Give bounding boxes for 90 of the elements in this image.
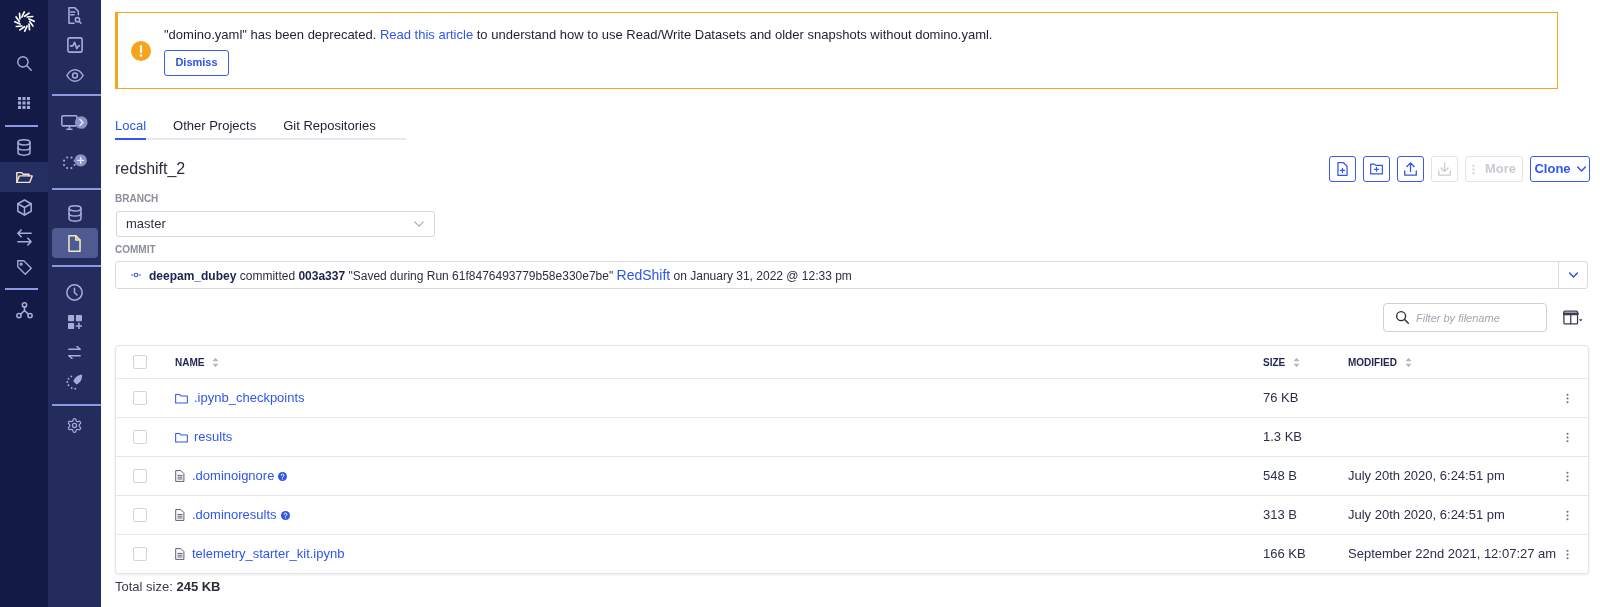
settings-icon[interactable] (67, 417, 82, 433)
database-icon[interactable] (17, 138, 31, 156)
checkbox[interactable] (133, 469, 147, 483)
checkbox[interactable] (133, 355, 147, 369)
article-link[interactable]: Read this article (379, 26, 474, 42)
column-header[interactable]: MODIFIED (1348, 354, 1412, 370)
kebab-icon (1471, 163, 1475, 175)
icon-button[interactable] (1329, 156, 1356, 182)
commit-summary: deepam_dubey committed 003a337 "Saved during Run 61f8476493779b58e330e7be" RedShift on January 31, 2022 @ 12:33 pm (149, 265, 852, 285)
chevron-down-icon (1576, 166, 1586, 172)
tag-icon[interactable] (16, 259, 32, 275)
sort-icon (1293, 356, 1301, 368)
size-cell-text: 166 KB (1263, 545, 1306, 564)
icon-button[interactable] (1363, 156, 1390, 182)
kebab-menu-icon[interactable] (1565, 431, 1569, 443)
checkbox[interactable] (133, 430, 147, 444)
modified-cell-text: September 22nd 2021, 12:07:27 am (1348, 545, 1557, 564)
rocket-icon[interactable] (66, 374, 83, 390)
field-label: BRANCH (115, 193, 159, 205)
help-icon[interactable] (280, 510, 290, 520)
grid-plus-icon[interactable] (67, 315, 82, 329)
clock-icon[interactable] (66, 283, 83, 301)
chevron-down-icon (414, 221, 424, 227)
file-plus-icon (1337, 162, 1348, 176)
file-link[interactable]: .dominoresults (192, 505, 277, 525)
tab[interactable]: Git Repositories (283, 117, 376, 140)
total-size: Total size: 245 KB (115, 578, 221, 596)
run-link[interactable]: RedShift (616, 266, 671, 283)
banner-message: "domino.yaml" has been deprecated. Read this article to understand how to use Read/Write Datasets and older snapshots without domino.yaml. (164, 25, 993, 44)
upload-icon (1404, 162, 1417, 176)
size-cell-text: 313 B (1263, 506, 1297, 525)
download-icon (1438, 162, 1451, 176)
warning-icon (131, 40, 151, 61)
help-icon[interactable] (278, 471, 288, 481)
dotted-ring-plus-icon[interactable] (61, 153, 88, 171)
eye-icon[interactable] (65, 68, 84, 82)
field-label: COMMIT (115, 244, 156, 256)
nav-item-highlight[interactable] (51, 228, 98, 258)
kebab-menu-icon[interactable] (1565, 470, 1569, 482)
dismiss-button[interactable]: Dismiss (164, 49, 229, 76)
folder-plus-icon (1370, 163, 1383, 175)
sort-icon (1404, 356, 1412, 368)
size-cell-text: 548 B (1263, 467, 1297, 486)
commit-icon (131, 272, 141, 278)
apps-grid-icon[interactable] (18, 97, 30, 109)
file-icon[interactable] (68, 234, 81, 252)
checkbox[interactable] (133, 547, 147, 561)
document-icon (175, 509, 185, 521)
folder-open-icon[interactable] (15, 170, 33, 184)
column-header[interactable]: SIZE (1263, 354, 1301, 370)
swap-arrows-icon[interactable] (67, 345, 82, 359)
repository-name: redshift_2 (115, 159, 186, 179)
cube-icon[interactable] (16, 198, 32, 216)
document-icon (175, 470, 185, 482)
document-icon (175, 548, 185, 560)
icon-button[interactable] (1397, 156, 1424, 182)
filter-field[interactable]: Filter by filename (1383, 303, 1547, 332)
clone-button[interactable]: Clone (1530, 156, 1590, 182)
search-icon[interactable] (16, 55, 32, 71)
size-cell-text: 76 KB (1263, 389, 1299, 408)
tab[interactable]: Local (115, 117, 147, 140)
columns-icon[interactable] (1563, 310, 1583, 325)
search-icon (1396, 311, 1409, 324)
arrows-left-right-icon[interactable] (16, 228, 32, 246)
kebab-menu-icon[interactable] (1565, 509, 1569, 521)
column-header[interactable]: NAME (175, 354, 220, 370)
modified-cell-text: July 20th 2020, 6:24:51 pm (1348, 506, 1505, 525)
checkbox[interactable] (133, 508, 147, 522)
file-link[interactable]: .dominoignore (192, 466, 275, 486)
tab[interactable]: Other Projects (173, 117, 257, 140)
checkbox[interactable] (133, 391, 147, 405)
monitor-icon[interactable] (61, 113, 88, 131)
database-icon[interactable] (67, 204, 82, 222)
file-link[interactable]: telemetry_starter_kit.ipynb (192, 544, 345, 564)
file-link[interactable]: .ipynb_checkpoints (194, 388, 305, 408)
branch-select[interactable]: master (116, 211, 435, 237)
kebab-menu-icon[interactable] (1565, 392, 1569, 404)
folder-icon (175, 392, 188, 404)
document-search-icon[interactable] (67, 6, 82, 24)
chevron-down-icon (1568, 272, 1578, 278)
sort-icon (212, 356, 220, 368)
kebab-menu-icon[interactable] (1565, 548, 1569, 560)
nav-item-highlight[interactable] (0, 162, 48, 192)
folder-icon (175, 431, 188, 443)
file-link[interactable]: results (194, 427, 233, 447)
modified-cell-text: July 20th 2020, 6:24:51 pm (1348, 467, 1505, 486)
size-cell-text: 1.3 KB (1263, 428, 1303, 447)
nodes-icon[interactable] (15, 301, 33, 319)
chart-icon[interactable] (66, 37, 83, 53)
logo-icon[interactable] (13, 11, 35, 32)
